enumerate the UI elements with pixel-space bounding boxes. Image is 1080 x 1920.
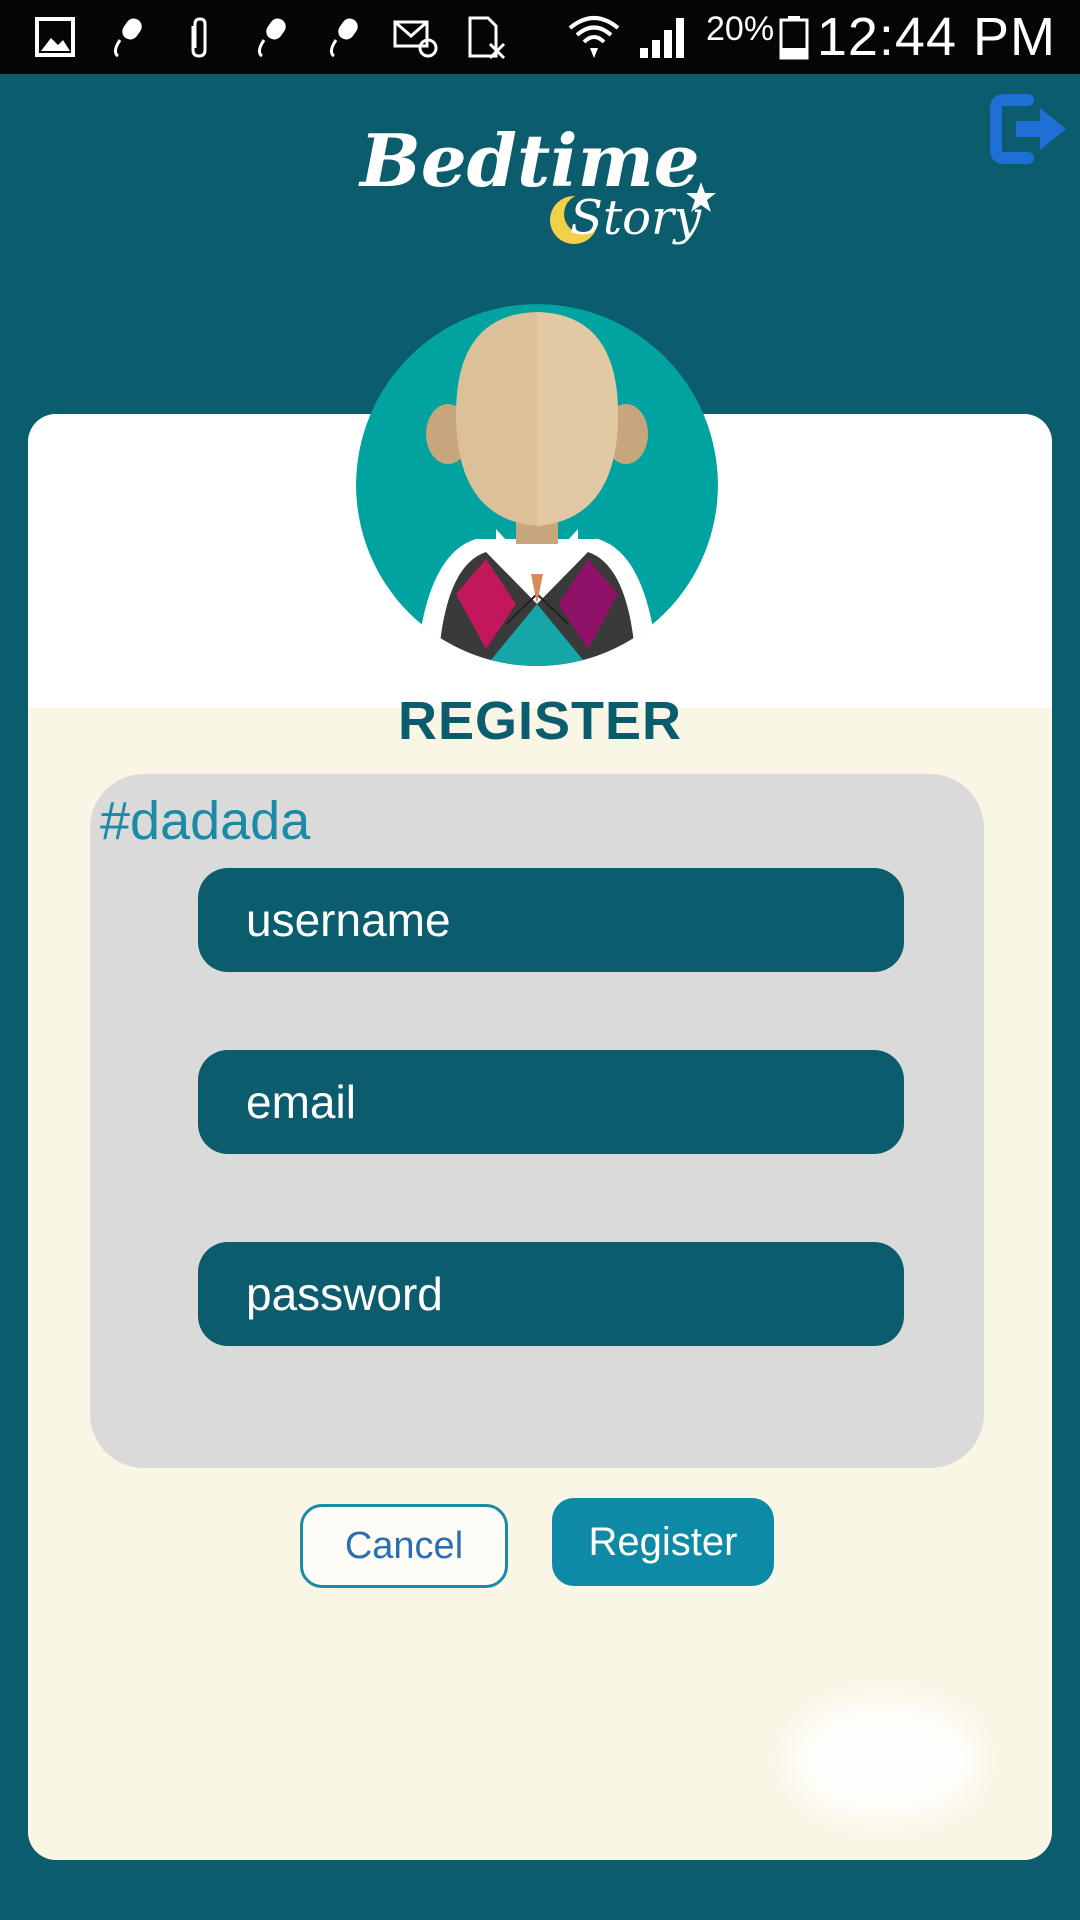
logo-subtitle: Story	[570, 190, 702, 246]
mic-icon	[329, 18, 358, 58]
gallery-icon	[35, 17, 75, 57]
register-button[interactable]: Register	[552, 1498, 774, 1586]
status-bar: 20% 12:44 PM	[0, 0, 1080, 74]
sim-icon	[468, 16, 506, 60]
avatar	[356, 304, 718, 666]
panel-label: #dadada	[100, 791, 311, 851]
wifi-icon	[568, 16, 620, 58]
username-input[interactable]	[198, 868, 904, 972]
email-input[interactable]	[198, 1050, 904, 1154]
form-panel: #dadada	[90, 774, 984, 1468]
password-field[interactable]	[198, 1242, 904, 1346]
decorative-glow	[790, 1700, 980, 1820]
password-input[interactable]	[198, 1242, 904, 1346]
battery-icon	[779, 16, 809, 60]
cancel-button[interactable]: Cancel	[300, 1504, 508, 1588]
mic-icon	[113, 18, 142, 58]
mic-icon	[257, 18, 286, 58]
battery-percent: 20%	[706, 10, 775, 48]
logout-icon[interactable]	[990, 92, 1070, 166]
email-field[interactable]	[198, 1050, 904, 1154]
signal-icon	[640, 18, 684, 58]
star-icon	[686, 182, 716, 212]
clock: 12:44 PM	[816, 7, 1056, 67]
page-title: REGISTER	[397, 691, 683, 751]
app-logo: Bedtime Story	[360, 118, 730, 258]
username-field[interactable]	[198, 868, 904, 972]
attachment-icon	[191, 17, 207, 58]
email-icon	[393, 20, 438, 58]
